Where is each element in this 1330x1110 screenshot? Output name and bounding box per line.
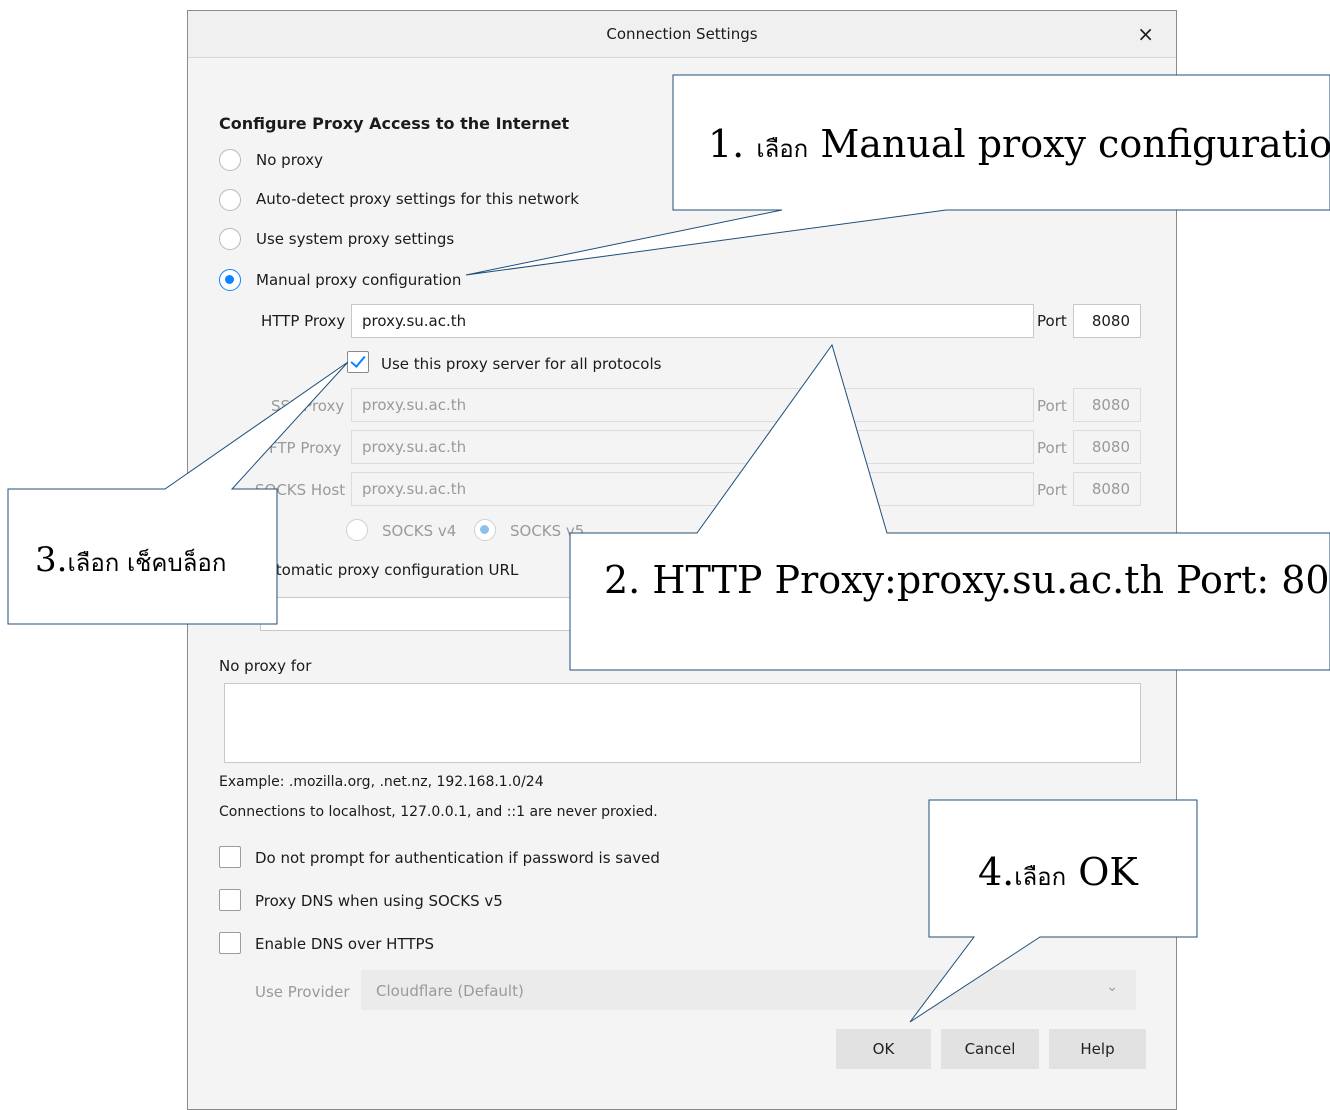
callout-1-shape: [465, 74, 1330, 276]
callout-4-text: 4.เลือก OK: [978, 850, 1138, 896]
callout-4-num: 4.: [978, 850, 1015, 894]
callout-1-label: Manual proxy configuration: [820, 122, 1330, 166]
callout-4-shape: [909, 799, 1198, 1023]
callout-1-text: 1. เลือก Manual proxy configuration: [708, 122, 1330, 168]
callout-1-thai: เลือก: [756, 135, 809, 163]
callout-2-text: 2. HTTP Proxy:proxy.su.ac.th Port: 8080: [604, 558, 1330, 602]
callout-3-shape: [7, 361, 349, 625]
callout-4-thai: เลือก: [1014, 863, 1067, 891]
callout-2-shape: [569, 343, 1330, 671]
callout-3-text: 3.เลือก เช็คบล็อก: [35, 540, 226, 582]
callout-1-num: 1.: [708, 122, 745, 166]
callout-3-num: 3.: [35, 540, 68, 580]
callout-3-thai: เลือก เช็คบล็อก: [67, 549, 227, 577]
callout-4-label: OK: [1078, 850, 1138, 894]
